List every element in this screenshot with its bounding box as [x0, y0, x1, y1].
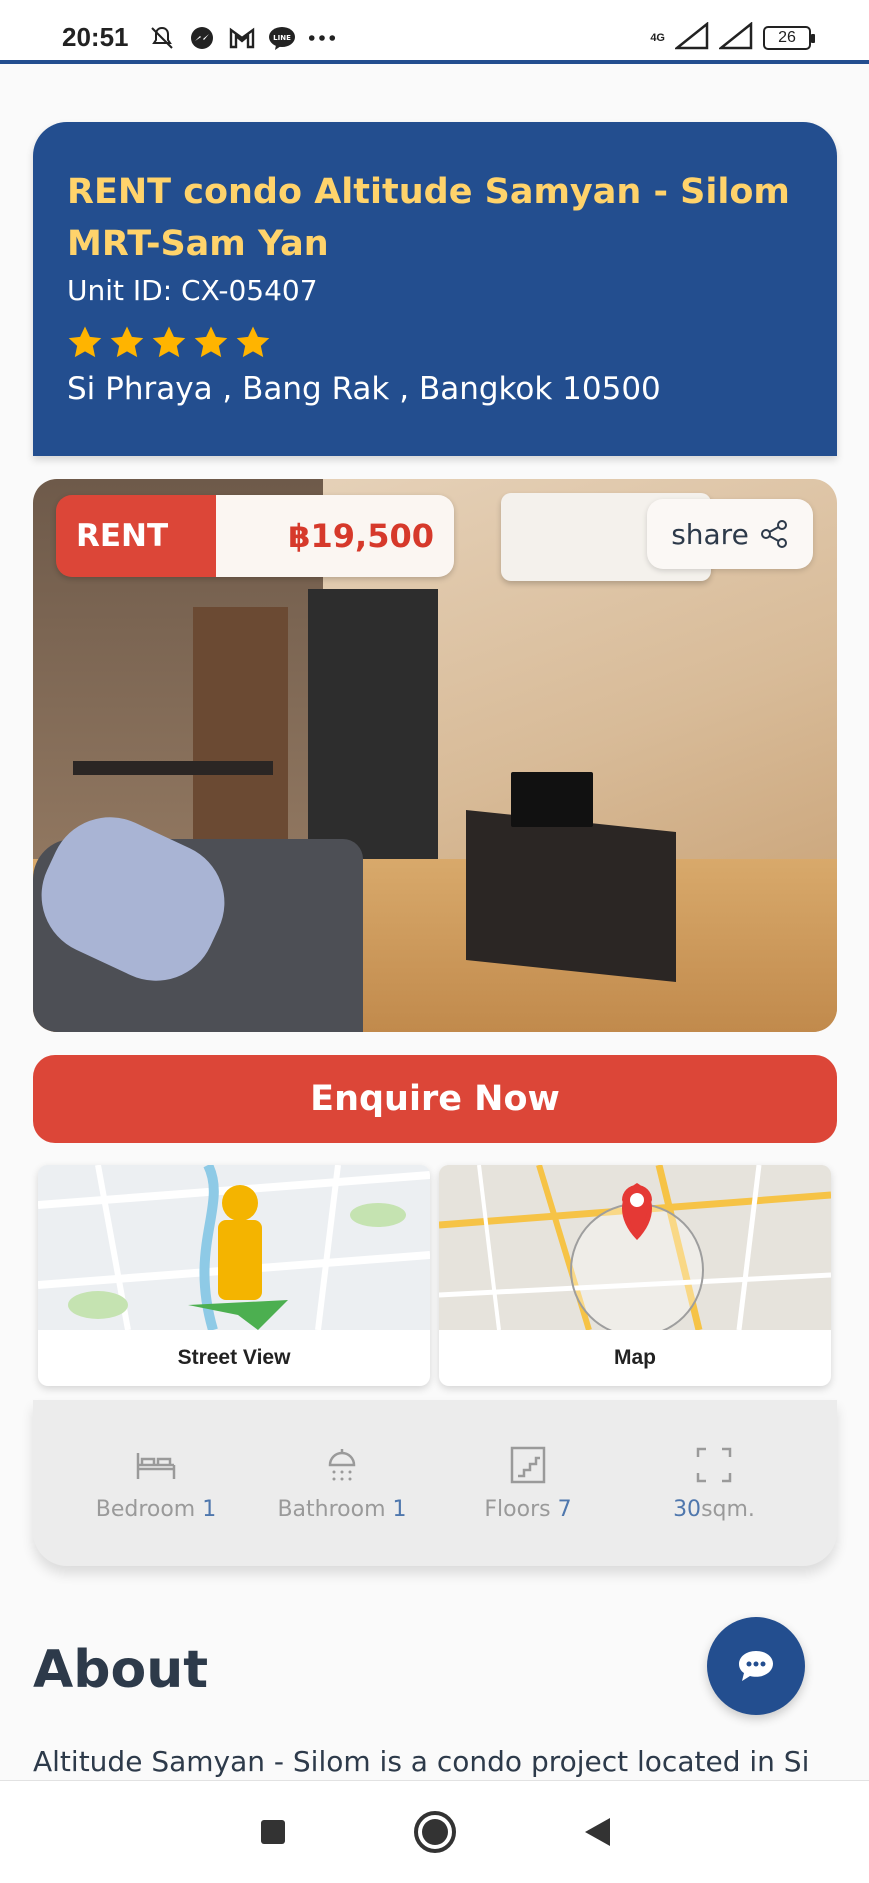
bedroom-value: 1: [202, 1496, 217, 1522]
star-icon: [236, 326, 270, 358]
street-view-thumbnail: [38, 1165, 430, 1330]
photo-door: [193, 607, 288, 857]
feature-floors: Floors 7: [438, 1445, 618, 1522]
share-icon: [760, 520, 787, 548]
photo-kitchen: [308, 589, 438, 859]
system-icons: 4G 26: [650, 21, 815, 54]
star-icon: [194, 326, 228, 358]
chat-button[interactable]: [707, 1617, 805, 1715]
area-unit: sqm.: [701, 1496, 755, 1522]
stairs-icon: [510, 1446, 546, 1483]
svg-text:LINE: LINE: [273, 34, 291, 42]
home-button[interactable]: [413, 1810, 457, 1854]
star-icon: [110, 326, 144, 358]
about-heading: About: [33, 1640, 209, 1700]
unit-id: Unit ID: CX-05407: [67, 274, 318, 307]
star-icon: [68, 326, 102, 358]
listing-header: RENT condo Altitude Samyan - Silom MRT-S…: [33, 122, 837, 456]
back-button[interactable]: [575, 1810, 619, 1854]
status-time: 20:51: [62, 22, 129, 52]
status-bar: 20:51 LINE 4G 26: [0, 0, 869, 64]
mute-icon: [148, 24, 176, 52]
feature-bathroom: Bathroom 1: [252, 1445, 432, 1522]
gmail-icon: [228, 24, 256, 52]
network-type: 4G: [650, 31, 665, 44]
home-circle-icon: [413, 1811, 456, 1853]
bedroom-label: Bedroom: [95, 1496, 196, 1522]
about-text: Altitude Samyan - Silom is a condo proje…: [33, 1745, 810, 1778]
street-view-tile[interactable]: Street View: [38, 1165, 430, 1386]
area-icon: [696, 1447, 732, 1482]
floors-value: 7: [557, 1496, 572, 1522]
map-thumbnail: [439, 1165, 831, 1330]
area-value: 30: [673, 1496, 702, 1522]
feature-bedroom: Bedroom 1: [66, 1445, 246, 1522]
photo-tv-stand: [466, 809, 676, 983]
map-tile[interactable]: Map: [439, 1165, 831, 1386]
system-navigation-bar: [0, 1780, 869, 1883]
bed-icon: [136, 1452, 176, 1479]
feature-area: 30sqm.: [624, 1445, 804, 1522]
shower-icon: [328, 1448, 356, 1480]
battery-icon: 26: [763, 26, 815, 50]
more-icon: [308, 24, 336, 52]
street-view-label: Street View: [177, 1346, 291, 1369]
signal-icon: [673, 21, 709, 54]
listing-price: ฿19,500: [216, 495, 454, 577]
listing-title: RENT condo Altitude Samyan - Silom MRT-S…: [67, 172, 790, 264]
star-icon: [152, 326, 186, 358]
line-icon: LINE: [268, 24, 296, 52]
bathroom-label: Bathroom: [277, 1496, 386, 1522]
listing-address: Si Phraya , Bang Rak , Bangkok 10500: [67, 371, 661, 407]
map-label: Map: [614, 1346, 656, 1369]
price-badge: RENT ฿19,500: [56, 495, 454, 577]
messenger-icon: [188, 24, 216, 52]
floors-label: Floors: [484, 1496, 551, 1522]
property-features: Bedroom 1 Bathroom 1 Floors 7 30sqm.: [33, 1400, 837, 1566]
signal-icon-2: [717, 21, 753, 54]
photo-tv: [511, 772, 593, 827]
recent-apps-button[interactable]: [251, 1810, 295, 1854]
photo-table: [73, 761, 273, 775]
share-button[interactable]: share: [647, 499, 813, 569]
notification-icons: LINE: [148, 24, 336, 52]
listing-photo[interactable]: RENT ฿19,500 share: [33, 479, 837, 1032]
listing-type-badge: RENT: [56, 495, 216, 577]
square-icon: [260, 1820, 285, 1844]
rating-stars: [67, 325, 803, 359]
back-triangle-icon: [584, 1818, 610, 1846]
enquire-now-button[interactable]: Enquire Now: [33, 1055, 837, 1143]
chat-icon: [739, 1651, 773, 1681]
bathroom-value: 1: [392, 1496, 407, 1522]
share-label: share: [671, 517, 749, 551]
